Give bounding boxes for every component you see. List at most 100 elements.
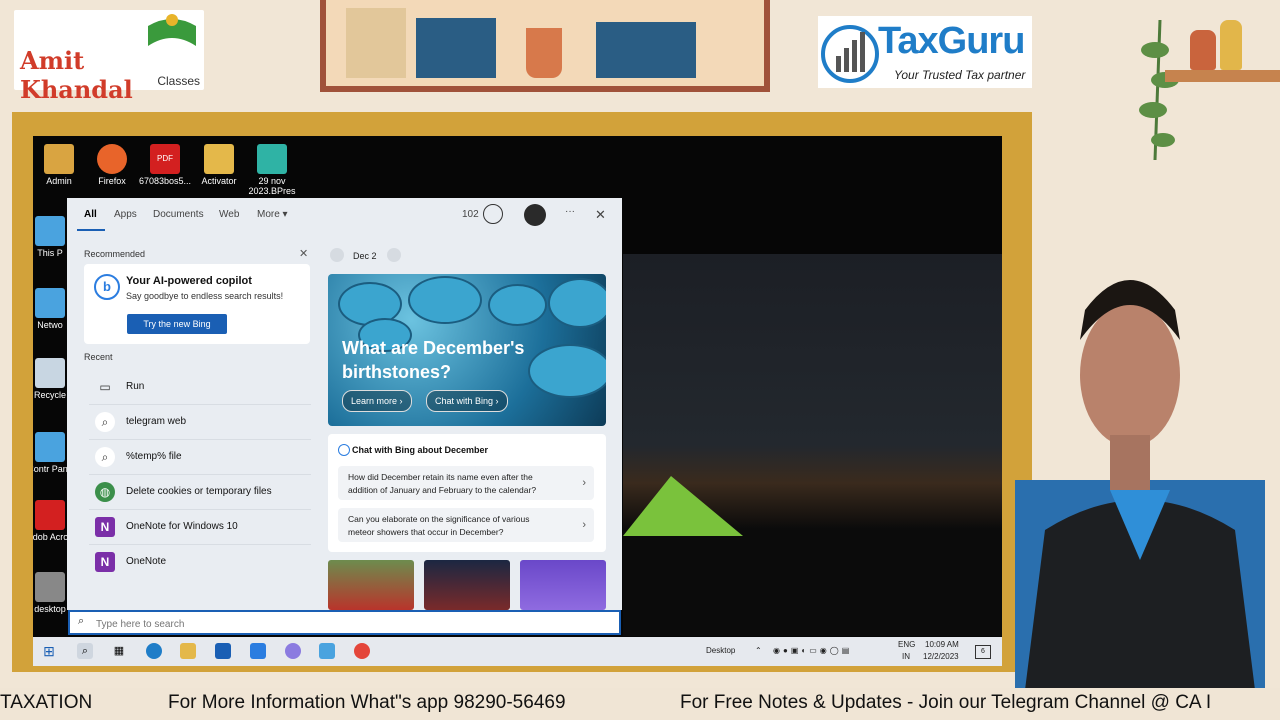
tab-apps[interactable]: Apps	[114, 209, 137, 220]
amit-khandal-logo: Amit Khandal Classes	[14, 10, 204, 104]
language-indicator[interactable]: ENG	[898, 640, 915, 649]
chat-with-bing-button[interactable]: Chat with Bing ›	[426, 390, 508, 412]
recommended-heading: Recommended	[84, 249, 146, 259]
wall-shelf-decor	[1165, 70, 1280, 82]
chat-question[interactable]: Can you elaborate on the significance of…	[338, 508, 594, 542]
edge-icon[interactable]	[146, 643, 162, 659]
date-label: Dec 2	[353, 251, 377, 261]
hero-title: What are December's birthstones?	[342, 338, 525, 382]
rewards-points: 102	[462, 209, 479, 220]
gear-icon	[35, 572, 65, 602]
computer-icon	[35, 216, 65, 246]
chrome-icon[interactable]	[354, 643, 370, 659]
tab-documents[interactable]: Documents	[153, 209, 204, 220]
birthstone-hero-card[interactable]: What are December's birthstones? Learn m…	[328, 274, 606, 426]
tab-web[interactable]: Web	[219, 209, 239, 220]
desktop-icon-activator[interactable]: Activator	[189, 144, 249, 186]
tab-more[interactable]: More ▾	[257, 209, 288, 220]
tab-all[interactable]: All	[84, 209, 97, 220]
taskbar: ⊞ ⌕ ▦ Desktop ⌃ ◉●▣◐▭◉◯▤ ENG IN 10:09 AM…	[33, 637, 1002, 666]
copilot-card: b Your AI-powered copilot Say goodbye to…	[84, 264, 310, 344]
prev-day-chevron-icon[interactable]	[330, 248, 344, 262]
desktop-icon-firefox[interactable]: Firefox	[82, 144, 142, 186]
desktop-icon-bpres[interactable]: 29 nov 2023.BPres	[242, 144, 302, 196]
recent-item-onenote-win10[interactable]: N OneNote for Windows 10	[89, 510, 311, 545]
taxguru-logo: TaxGuru Your Trusted Tax partner	[818, 16, 1032, 88]
windows-start-icon[interactable]: ⊞	[41, 643, 57, 659]
clock-time[interactable]: 10:09 AM	[925, 640, 959, 649]
network-icon	[35, 288, 65, 318]
chat-card-title: Chat with Bing about December	[352, 445, 489, 455]
chevron-right-icon: ›	[582, 519, 586, 531]
firefox-icon	[97, 144, 127, 174]
chevron-up-icon[interactable]: ⌃	[755, 646, 762, 655]
bookshelf-decor	[320, 0, 770, 92]
vase-decor	[1190, 30, 1216, 70]
recent-item-onenote[interactable]: N OneNote	[89, 545, 311, 579]
task-view-icon[interactable]: ▦	[111, 643, 127, 659]
search-tabs: All Apps Documents Web More ▾ 102 ··· ✕	[67, 198, 622, 232]
run-icon: ▭	[99, 380, 111, 394]
taskbar-search-box: ⌕	[68, 610, 621, 635]
desktop-toolbar-label[interactable]: Desktop	[706, 646, 735, 655]
clock-date[interactable]: 12/2/2023	[923, 652, 959, 661]
copilot-subtitle: Say goodbye to endless search results!	[126, 291, 284, 301]
next-day-chevron-icon[interactable]	[387, 248, 401, 262]
recent-item-run[interactable]: ▭ Run	[89, 370, 311, 405]
app-icon[interactable]	[285, 643, 301, 659]
control-panel-icon	[35, 432, 65, 462]
presenter-video	[1015, 230, 1265, 690]
search-icon: ⌕	[95, 447, 115, 467]
dismiss-recommended-close-icon[interactable]: ✕	[299, 247, 308, 260]
recent-item-telegram-web[interactable]: ⌕ telegram web	[89, 405, 311, 440]
plant-decor	[1135, 19, 1185, 161]
recent-heading: Recent	[84, 352, 113, 362]
search-icon: ⌕	[95, 412, 115, 432]
store-icon[interactable]	[215, 643, 231, 659]
wallpaper-night-sky	[623, 254, 1002, 636]
avatar[interactable]	[524, 204, 546, 226]
chat-question[interactable]: How did December retain its name even af…	[338, 466, 594, 500]
learn-more-button[interactable]: Learn more ›	[342, 390, 412, 412]
file-explorer-icon[interactable]	[180, 643, 196, 659]
ticker-text: TAXATION	[0, 692, 93, 713]
tray-icons[interactable]: ◉●▣◐▭◉◯▤	[773, 646, 852, 655]
notification-icon[interactable]: 6	[975, 645, 991, 659]
folder-icon	[204, 144, 234, 174]
onenote-icon: N	[95, 552, 115, 572]
vase-decor	[1220, 20, 1242, 70]
news-thumbnail[interactable]	[328, 560, 414, 610]
search-input[interactable]	[94, 615, 558, 633]
logo-subtitle: Classes	[157, 74, 200, 88]
presentation-icon	[257, 144, 287, 174]
mail-icon[interactable]	[250, 643, 266, 659]
news-ticker: TAXATION For More Information What"s app…	[0, 688, 1280, 720]
onenote-icon: N	[95, 517, 115, 537]
more-options-button[interactable]: ···	[565, 206, 575, 217]
recent-item-temp-file[interactable]: ⌕ %temp% file	[89, 440, 311, 475]
ticker-text: For Free Notes & Updates - Join our Tele…	[680, 692, 1212, 713]
rewards-trophy-icon[interactable]	[483, 204, 503, 224]
chat-bing-card: Chat with Bing about December How did De…	[328, 434, 606, 552]
news-thumbnail[interactable]	[520, 560, 606, 610]
windows-search-panel: All Apps Documents Web More ▾ 102 ··· ✕ …	[67, 198, 622, 610]
logo-subtitle: Your Trusted Tax partner	[894, 68, 1026, 82]
close-button[interactable]: ✕	[595, 207, 606, 223]
ticker-text: For More Information What"s app 98290-56…	[168, 692, 566, 713]
recent-item-delete-cookies[interactable]: ◍ Delete cookies or temporary files	[89, 475, 311, 510]
active-tab-indicator	[77, 229, 105, 231]
app-icon[interactable]	[319, 643, 335, 659]
globe-settings-icon: ◍	[95, 482, 115, 502]
desktop-icon-pdf[interactable]: PDF 67083bos5...	[135, 144, 195, 186]
search-icon: ⌕	[78, 615, 85, 627]
bing-chat-icon	[338, 444, 350, 456]
language-region: IN	[902, 652, 910, 661]
search-icon[interactable]: ⌕	[77, 643, 93, 659]
acrobat-icon	[35, 500, 65, 530]
desktop-icon-admin[interactable]: Admin	[33, 144, 89, 186]
copilot-title: Your AI-powered copilot	[126, 275, 252, 287]
chevron-right-icon: ›	[582, 477, 586, 489]
news-thumbnail[interactable]	[424, 560, 510, 610]
try-new-bing-button[interactable]: Try the new Bing	[127, 314, 227, 334]
logo-title: TaxGuru	[878, 20, 1025, 62]
